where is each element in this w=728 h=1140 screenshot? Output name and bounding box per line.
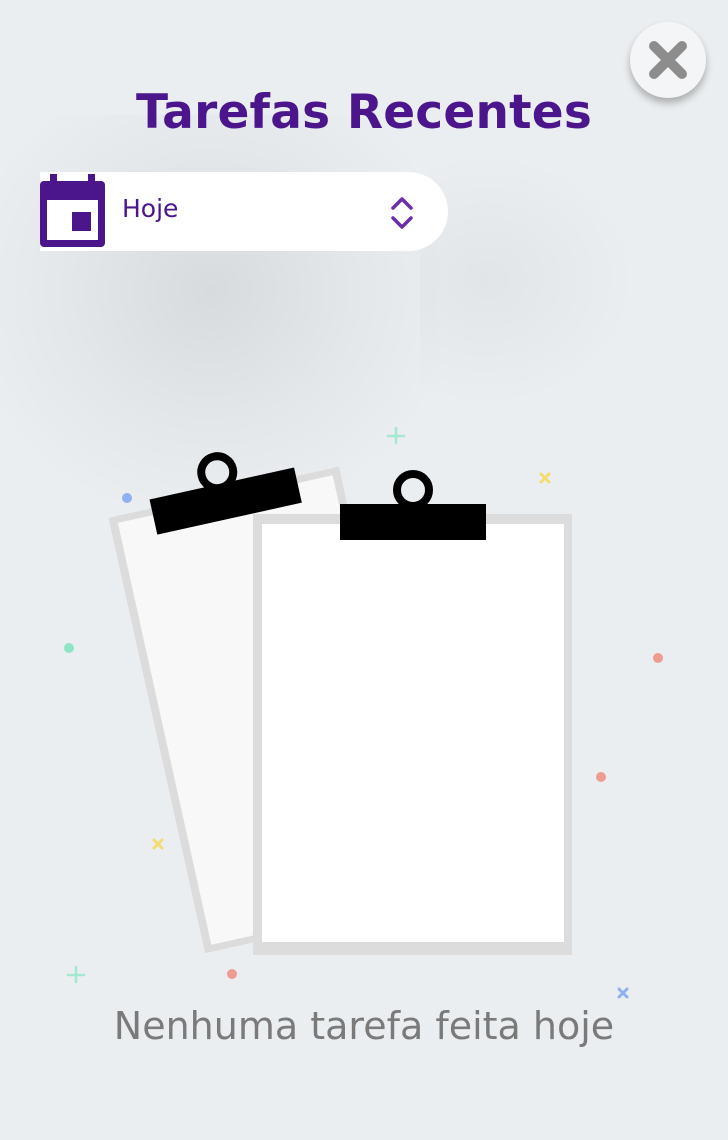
empty-state-message: Nenhuma tarefa feita hoje — [113, 1004, 615, 1048]
empty-clipboards-illustration — [64, 426, 663, 999]
front-clipboard — [253, 470, 572, 955]
